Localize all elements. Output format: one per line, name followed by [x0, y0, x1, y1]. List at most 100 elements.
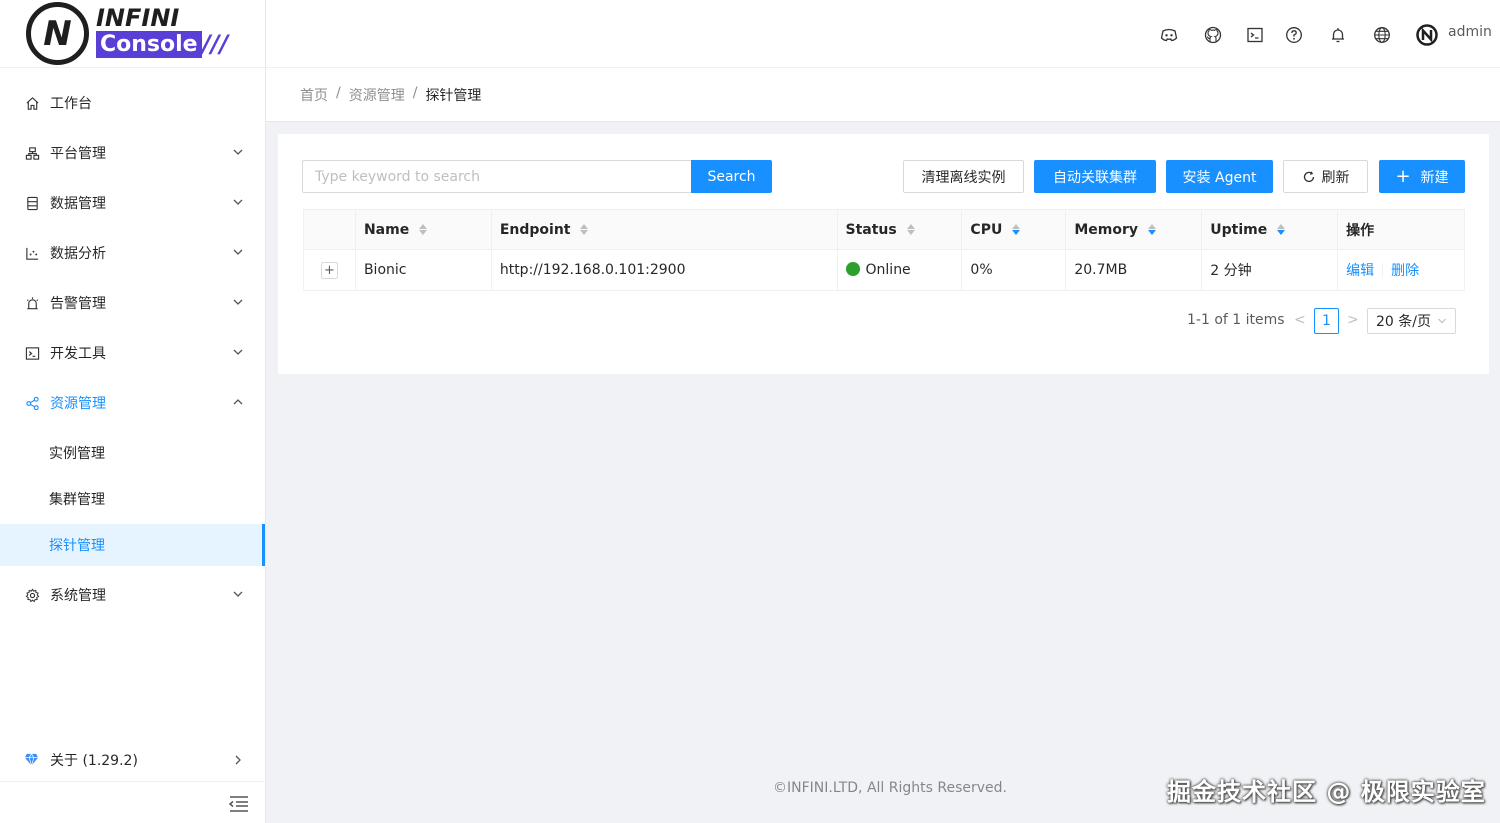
- column-header-cpu[interactable]: CPU: [961, 209, 1067, 250]
- column-header-actions: 操作: [1337, 209, 1465, 250]
- cpu-cell: 0%: [961, 249, 1067, 291]
- column-label: Endpoint: [499, 221, 571, 238]
- search-input[interactable]: [302, 160, 692, 193]
- new-button[interactable]: + 新建: [1379, 160, 1465, 193]
- sort-icon[interactable]: [906, 224, 915, 235]
- breadcrumb-parent[interactable]: 资源管理: [349, 85, 405, 105]
- chevron-down-icon: [233, 199, 243, 205]
- pagination-prev[interactable]: <: [1294, 312, 1306, 328]
- share-icon: [24, 395, 40, 411]
- chevron-down-icon: [233, 591, 243, 597]
- github-icon[interactable]: [1204, 26, 1222, 44]
- chevron-down-icon: [233, 349, 243, 355]
- alarm-icon: [24, 295, 40, 311]
- menu-fold-icon[interactable]: [228, 795, 250, 813]
- discord-icon[interactable]: [1160, 26, 1178, 44]
- column-label: Uptime: [1210, 221, 1268, 238]
- database-icon: [24, 195, 40, 211]
- footer-copyright: ©INFINI.LTD, All Rights Reserved.: [773, 780, 1007, 796]
- uptime-cell: 2 分钟: [1201, 249, 1339, 291]
- delete-link[interactable]: 删除: [1391, 263, 1419, 279]
- install-agent-button[interactable]: 安装 Agent: [1166, 160, 1273, 193]
- search-button[interactable]: Search: [691, 160, 772, 193]
- pagination-total: 1-1 of 1 items: [1187, 312, 1285, 328]
- column-label: CPU: [970, 221, 1003, 238]
- status-cell: Online: [836, 249, 963, 291]
- page-size-select[interactable]: 20 条/页: [1367, 308, 1456, 334]
- sidebar-item-platform[interactable]: 平台管理: [0, 128, 265, 178]
- action-divider: [1382, 263, 1384, 277]
- globe-icon[interactable]: [1373, 26, 1391, 44]
- top-header: admin: [266, 0, 1500, 68]
- about-item[interactable]: 关于 (1.29.2): [0, 738, 265, 782]
- edit-link[interactable]: 编辑: [1346, 263, 1374, 279]
- column-header-uptime[interactable]: Uptime: [1201, 209, 1339, 250]
- column-label: 操作: [1346, 222, 1375, 239]
- agent-list-card: Search 清理离线实例 自动关联集群 安装 Agent 刷新 + 新建 Na…: [278, 134, 1489, 374]
- sidebar-item-data[interactable]: 数据管理: [0, 178, 265, 228]
- chevron-down-icon: [1438, 318, 1446, 324]
- expand-cell: +: [303, 249, 356, 291]
- sidebar-item-label: 资源管理: [50, 396, 106, 412]
- sort-icon[interactable]: [1277, 224, 1286, 235]
- new-label: 新建: [1420, 169, 1449, 186]
- logo-console-text: Console: [96, 31, 202, 58]
- column-header-status[interactable]: Status: [836, 209, 963, 250]
- avatar[interactable]: [1416, 24, 1438, 46]
- sort-icon[interactable]: [580, 224, 589, 235]
- column-header-memory[interactable]: Memory: [1065, 209, 1203, 250]
- sidebar-item-label: 告警管理: [50, 296, 106, 312]
- sidebar-item-analysis[interactable]: 数据分析: [0, 228, 265, 278]
- column-label: Name: [363, 221, 410, 238]
- column-label: Memory: [1074, 221, 1138, 238]
- sidebar-subitem-agents[interactable]: 探针管理: [0, 524, 265, 566]
- page-size-value: 20 条/页: [1376, 314, 1431, 330]
- column-label: Status: [845, 221, 897, 238]
- bell-icon[interactable]: [1329, 26, 1347, 44]
- chevron-right-icon: [235, 755, 241, 765]
- actions-cell: 编辑 删除: [1337, 249, 1465, 291]
- user-name[interactable]: admin: [1448, 24, 1492, 40]
- breadcrumb-home[interactable]: 首页: [300, 85, 328, 105]
- sidebar-item-alerting[interactable]: 告警管理: [0, 278, 265, 328]
- help-icon[interactable]: [1285, 26, 1303, 44]
- sidebar-item-label: 系统管理: [50, 588, 106, 604]
- home-icon: [24, 95, 40, 111]
- sort-icon[interactable]: [1012, 224, 1021, 235]
- sort-icon[interactable]: [1148, 224, 1156, 235]
- refresh-label: 刷新: [1321, 169, 1350, 186]
- refresh-icon: [1303, 170, 1314, 182]
- pagination-page-1[interactable]: 1: [1314, 308, 1339, 334]
- agent-table: Name Endpoint Status CPU Memory Uptime 操…: [303, 209, 1465, 291]
- sidebar-item-workbench[interactable]: 工作台: [0, 78, 265, 128]
- sort-icon[interactable]: [419, 224, 428, 235]
- online-status-icon: [845, 262, 860, 276]
- chevron-down-icon: [233, 149, 243, 155]
- sidebar-item-label: 工作台: [50, 96, 92, 112]
- sidebar-item-label: 平台管理: [50, 146, 106, 162]
- pagination-next[interactable]: >: [1347, 312, 1359, 328]
- clean-offline-button[interactable]: 清理离线实例: [903, 160, 1024, 193]
- breadcrumb-separator: /: [336, 85, 341, 101]
- sidebar-subitem-instances[interactable]: 实例管理: [0, 432, 265, 474]
- status-label: Online: [865, 262, 911, 278]
- pagination: 1-1 of 1 items < 1 > 20 条/页: [278, 308, 1489, 334]
- column-header-name[interactable]: Name: [354, 209, 492, 250]
- auto-associate-button[interactable]: 自动关联集群: [1034, 160, 1156, 193]
- refresh-button[interactable]: 刷新: [1283, 160, 1368, 193]
- logo[interactable]: N INFINI Console ///: [0, 0, 265, 68]
- chevron-down-icon: [233, 299, 243, 305]
- sidebar-item-label: 数据管理: [50, 196, 106, 212]
- sidebar-item-label: 开发工具: [50, 346, 106, 362]
- sidebar-item-resources[interactable]: 资源管理: [0, 378, 265, 428]
- sidebar-subitem-clusters[interactable]: 集群管理: [0, 478, 265, 520]
- chevron-down-icon: [233, 249, 243, 255]
- sidebar-item-system[interactable]: 系统管理: [0, 570, 265, 620]
- expand-row-button[interactable]: +: [320, 261, 338, 279]
- column-header-endpoint[interactable]: Endpoint: [490, 209, 838, 250]
- terminal-icon[interactable]: [1246, 26, 1264, 44]
- sidebar-item-devtools[interactable]: 开发工具: [0, 328, 265, 378]
- expand-column-header: [303, 209, 356, 250]
- diamond-icon: [24, 752, 40, 768]
- table-header-row: Name Endpoint Status CPU Memory Uptime 操…: [303, 209, 1465, 250]
